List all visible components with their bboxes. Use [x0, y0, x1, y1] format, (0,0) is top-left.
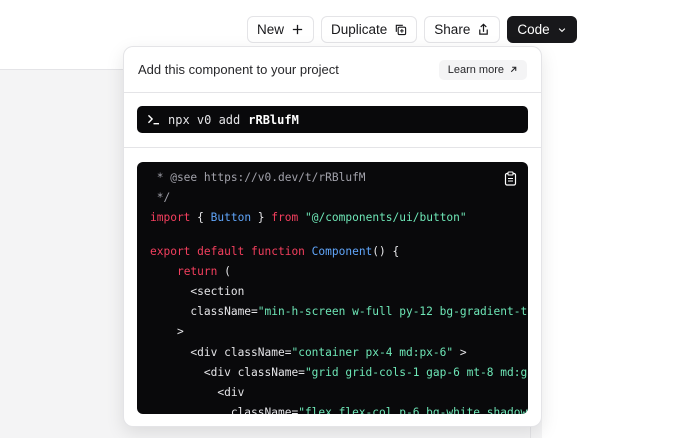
code-line: className="min-h-screen w-full py-12 bg-…	[150, 302, 528, 322]
learn-more-link[interactable]: Learn more	[438, 59, 527, 80]
code-punct: (	[217, 264, 231, 278]
code-line: <div className="container px-4 md:px-6" …	[150, 343, 528, 363]
duplicate-button-label: Duplicate	[331, 22, 388, 37]
code-button[interactable]: Code	[507, 16, 577, 43]
code-punct: {	[190, 211, 211, 225]
code-button-label: Code	[517, 22, 550, 37]
code-string: "container px-4 md:px-6"	[291, 345, 454, 359]
popover-title: Add this component to your project	[138, 62, 339, 77]
code-tag: <div className=	[190, 345, 292, 359]
code-tag: <section	[190, 284, 245, 298]
code-line: <div	[150, 383, 528, 403]
command-section: npx v0 add rRBlufM	[124, 93, 541, 148]
code-line: <section	[150, 282, 528, 302]
code-attr: className=	[230, 406, 299, 414]
code-tag: <div className=	[203, 365, 305, 379]
learn-more-label: Learn more	[447, 63, 504, 76]
code-block[interactable]: * @see https://v0.dev/t/rRBlufM */ impor…	[137, 162, 528, 414]
clipboard-icon[interactable]	[504, 171, 517, 186]
share-button[interactable]: Share	[424, 16, 501, 43]
command-prefix: npx v0 add	[168, 112, 241, 127]
command-id: rRBlufM	[248, 112, 299, 127]
duplicate-button[interactable]: Duplicate	[321, 16, 418, 43]
new-button-label: New	[257, 22, 285, 37]
code-tag: <div	[217, 385, 245, 399]
code-string: "@/components/ui/button"	[304, 211, 467, 225]
code-punct: () {	[372, 244, 400, 258]
arrow-up-right-icon	[510, 66, 517, 73]
code-popover: Add this component to your project Learn…	[123, 46, 542, 427]
code-line: import { Button } from "@/components/ui/…	[150, 208, 528, 228]
code-blank	[150, 229, 528, 242]
code-punct: >	[453, 345, 467, 359]
code-section: * @see https://v0.dev/t/rRBlufM */ impor…	[124, 148, 541, 414]
code-punct: }	[251, 211, 272, 225]
install-command[interactable]: npx v0 add rRBlufM	[137, 106, 528, 133]
code-keyword: import	[150, 211, 191, 225]
code-string: "grid grid-cols-1 gap-6 mt-8 md:gri	[304, 365, 528, 379]
code-line: <div className="grid grid-cols-1 gap-6 m…	[150, 363, 528, 383]
code-keyword: export default function	[150, 244, 305, 258]
plus-icon	[292, 24, 303, 35]
code-line: */	[150, 188, 528, 208]
code-comment: */	[150, 191, 171, 205]
toolbar: New Duplicate Share Code	[247, 16, 577, 43]
code-line: return (	[150, 262, 528, 282]
code-line: >	[150, 322, 528, 342]
new-button[interactable]: New	[247, 16, 315, 43]
share-button-label: Share	[434, 22, 471, 37]
share-icon	[479, 23, 489, 35]
code-punct: >	[176, 325, 184, 339]
popover-header: Add this component to your project Learn…	[124, 47, 541, 93]
code-line: className="flex flex-col p-6 bg-white sh…	[150, 403, 528, 414]
chevron-down-icon	[558, 27, 565, 32]
code-attr: className=	[190, 305, 258, 319]
code-line: export default function Component() {	[150, 242, 528, 262]
duplicate-icon	[396, 24, 407, 36]
code-keyword: from	[271, 211, 299, 225]
code-line: * @see https://v0.dev/t/rRBlufM	[150, 168, 528, 188]
terminal-icon	[147, 114, 159, 125]
code-string: "min-h-screen w-full py-12 bg-gradient-t…	[257, 305, 528, 319]
code-keyword: return	[176, 264, 218, 278]
code-identifier: Component	[311, 244, 373, 258]
code-comment: * @see https://v0.dev/t/rRBlufM	[150, 171, 366, 184]
code-string: "flex flex-col p-6 bg-white shadow-l	[298, 406, 528, 414]
code-identifier: Button	[210, 211, 252, 225]
